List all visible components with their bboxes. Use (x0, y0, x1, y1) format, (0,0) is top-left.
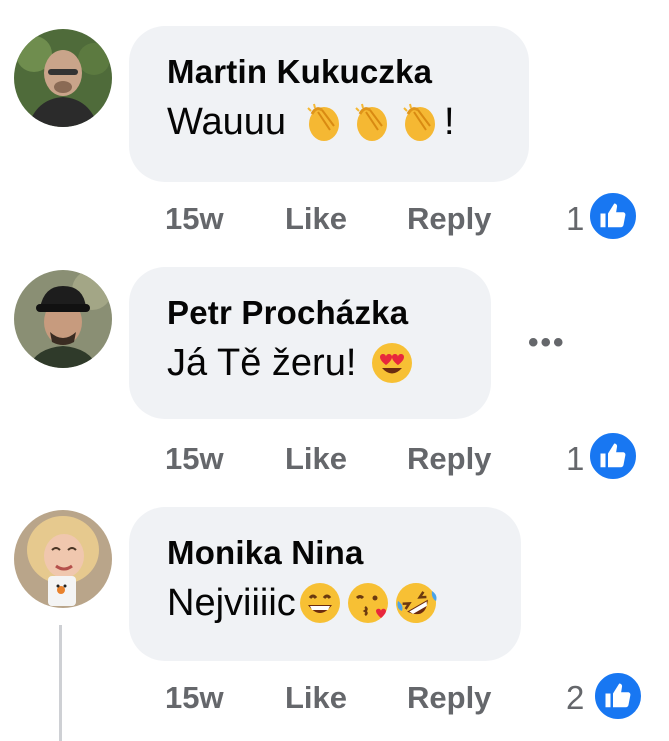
clapping-hands-icon (350, 100, 394, 144)
comment-2: Petr Procházka Já Tě žeru! ••• 15w Like … (0, 241, 669, 482)
reply-button[interactable]: Reply (407, 439, 491, 479)
avatar-photo-icon (14, 29, 112, 127)
reply-thread-line (59, 625, 62, 741)
comment-text-body: Wauuu (167, 101, 286, 143)
heart-eyes-icon (370, 341, 414, 385)
grinning-face-icon (298, 581, 342, 625)
more-dots-icon[interactable]: ••• (528, 328, 566, 358)
reaction-count[interactable]: 2 (566, 678, 584, 718)
comment-timestamp[interactable]: 15w (165, 199, 224, 239)
comment-text: Já Tě žeru! (167, 337, 453, 389)
like-button[interactable]: Like (285, 678, 347, 718)
like-button[interactable]: Like (285, 199, 347, 239)
comment-timestamp[interactable]: 15w (165, 439, 224, 479)
comment-1: Martin Kukuczka Wauuu ! 15w Like Reply 1 (0, 0, 669, 242)
rolling-laughing-icon (394, 581, 438, 625)
comment-author[interactable]: Petr Procházka (167, 293, 453, 333)
face-blowing-kiss-icon (346, 581, 390, 625)
comment-author[interactable]: Martin Kukuczka (167, 52, 491, 92)
comment-bubble: Monika Nina Nejviiiic (129, 507, 521, 661)
clapping-hands-icon (302, 100, 346, 144)
avatar-photo-icon (14, 270, 112, 368)
comment-text: Wauuu ! (167, 96, 491, 148)
thumbs-up-icon[interactable] (592, 670, 644, 722)
comment-text-body: Nejviiiic (167, 582, 296, 624)
like-button[interactable]: Like (285, 439, 347, 479)
comment-author[interactable]: Monika Nina (167, 533, 483, 573)
comment-bubble: Petr Procházka Já Tě žeru! (129, 267, 491, 419)
thumbs-up-icon[interactable] (587, 190, 639, 242)
reaction-count[interactable]: 1 (566, 199, 584, 239)
comment-text: Nejviiiic (167, 577, 483, 629)
comment-text-suffix: ! (444, 101, 455, 143)
comment-bubble: Martin Kukuczka Wauuu ! (129, 26, 529, 182)
comment-text-body: Já Tě žeru! (167, 342, 357, 384)
reaction-count[interactable]: 1 (566, 439, 584, 479)
reply-button[interactable]: Reply (407, 199, 491, 239)
avatar[interactable] (14, 510, 112, 608)
avatar-photo-icon (14, 510, 112, 608)
reply-button[interactable]: Reply (407, 678, 491, 718)
comment-timestamp[interactable]: 15w (165, 678, 224, 718)
clapping-hands-icon (398, 100, 442, 144)
comment-3: Monika Nina Nejviiiic 15w Like Reply 2 (0, 480, 669, 722)
avatar[interactable] (14, 270, 112, 368)
thumbs-up-icon[interactable] (587, 430, 639, 482)
avatar[interactable] (14, 29, 112, 127)
